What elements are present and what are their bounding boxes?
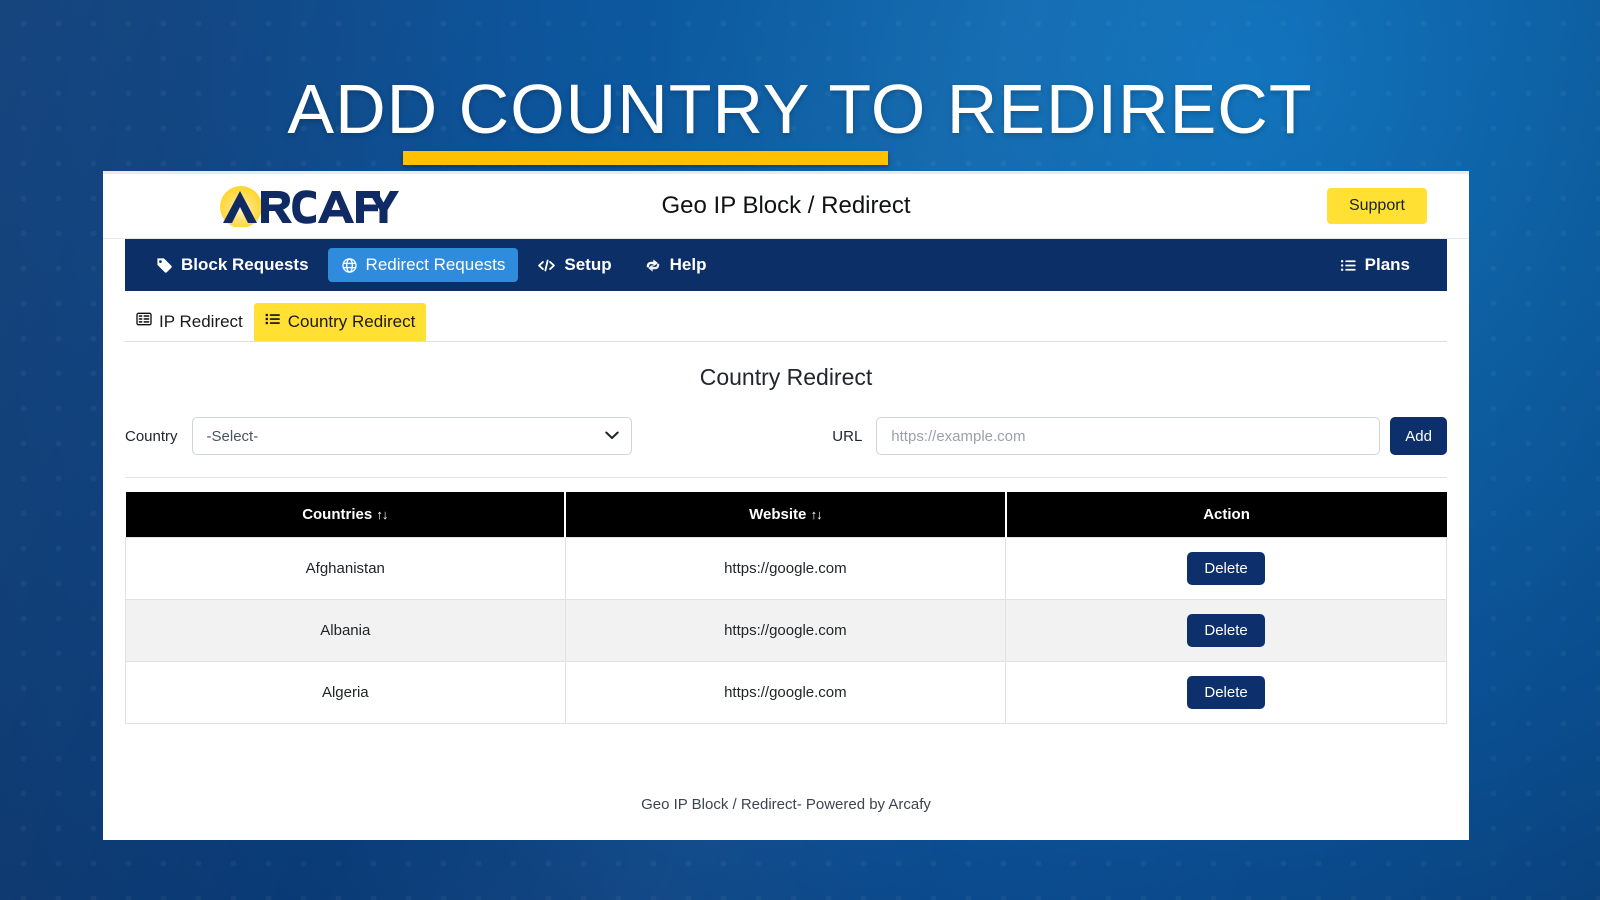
share-icon: [644, 257, 662, 274]
cell-action: Delete: [1006, 662, 1447, 724]
subtab-label: IP Redirect: [159, 312, 243, 332]
country-select[interactable]: -Select-: [192, 417, 632, 455]
table-icon: [136, 311, 152, 332]
subtab-country-redirect[interactable]: Country Redirect: [254, 303, 427, 341]
sub-tabs: IP Redirect Country Redirect: [125, 291, 1447, 342]
nav-label: Plans: [1365, 255, 1410, 275]
tag-icon: [156, 257, 173, 274]
country-redirect-table: Countries ↑↓ Website ↑↓ Action Afghanist…: [125, 492, 1447, 724]
nav-item-block-requests[interactable]: Block Requests: [143, 248, 322, 282]
table-header-website[interactable]: Website ↑↓: [565, 492, 1006, 538]
add-button[interactable]: Add: [1390, 417, 1447, 455]
cell-website: https://google.com: [565, 662, 1006, 724]
cell-country: Afghanistan: [126, 538, 566, 600]
delete-button[interactable]: Delete: [1187, 614, 1264, 647]
url-group: URL Add: [832, 417, 1447, 455]
delete-button[interactable]: Delete: [1187, 676, 1264, 709]
code-icon: [537, 257, 556, 274]
support-button[interactable]: Support: [1327, 188, 1427, 224]
cell-website: https://google.com: [565, 600, 1006, 662]
app-header: Geo IP Block / Redirect Support: [103, 174, 1469, 239]
nav-label: Block Requests: [181, 255, 309, 275]
header-label: Website: [749, 506, 806, 523]
country-label: Country: [125, 428, 178, 445]
nav-label: Setup: [564, 255, 611, 275]
subtab-ip-redirect[interactable]: IP Redirect: [125, 303, 254, 341]
table-header-action: Action: [1006, 492, 1447, 538]
form-table-divider: [125, 477, 1447, 478]
slide-title: ADD COUNTRY TO REDIRECT: [0, 74, 1600, 144]
subtab-label: Country Redirect: [288, 312, 416, 332]
table-row: Albania https://google.com Delete: [126, 600, 1447, 662]
nav-item-help[interactable]: Help: [631, 248, 720, 282]
header-label: Action: [1203, 506, 1250, 523]
app-window: Geo IP Block / Redirect Support Block Re…: [103, 171, 1469, 840]
nav-item-setup[interactable]: Setup: [524, 248, 624, 282]
sort-icon[interactable]: ↑↓: [376, 507, 387, 522]
cell-country: Algeria: [126, 662, 566, 724]
add-country-form: Country -Select- URL Add: [125, 417, 1447, 455]
list-icon: [1340, 257, 1357, 274]
url-input[interactable]: [876, 417, 1380, 455]
cell-action: Delete: [1006, 600, 1447, 662]
nav-item-plans[interactable]: Plans: [1327, 248, 1423, 282]
nav-label: Help: [670, 255, 707, 275]
cell-action: Delete: [1006, 538, 1447, 600]
nav-label: Redirect Requests: [366, 255, 506, 275]
delete-button[interactable]: Delete: [1187, 552, 1264, 585]
header-label: Countries: [302, 506, 372, 523]
cell-country: Albania: [126, 600, 566, 662]
table-row: Algeria https://google.com Delete: [126, 662, 1447, 724]
country-select-wrapper: -Select-: [192, 417, 632, 455]
list-ul-icon: [265, 311, 281, 332]
cell-website: https://google.com: [565, 538, 1006, 600]
table-row: Afghanistan https://google.com Delete: [126, 538, 1447, 600]
main-navigation: Block Requests Redirect Requests: [125, 239, 1447, 291]
globe-icon: [341, 257, 358, 274]
sort-icon[interactable]: ↑↓: [811, 507, 822, 522]
table-header-row: Countries ↑↓ Website ↑↓ Action: [126, 492, 1447, 538]
slide-title-underline: [403, 151, 888, 165]
nav-item-redirect-requests[interactable]: Redirect Requests: [328, 248, 519, 282]
section-heading: Country Redirect: [103, 364, 1469, 391]
table-header-countries[interactable]: Countries ↑↓: [126, 492, 566, 538]
arcafy-logo[interactable]: [214, 184, 404, 228]
table-head: Countries ↑↓ Website ↑↓ Action: [126, 492, 1447, 538]
table-body: Afghanistan https://google.com Delete Al…: [126, 538, 1447, 724]
url-label: URL: [832, 428, 862, 445]
app-footer: Geo IP Block / Redirect- Powered by Arca…: [103, 796, 1469, 813]
